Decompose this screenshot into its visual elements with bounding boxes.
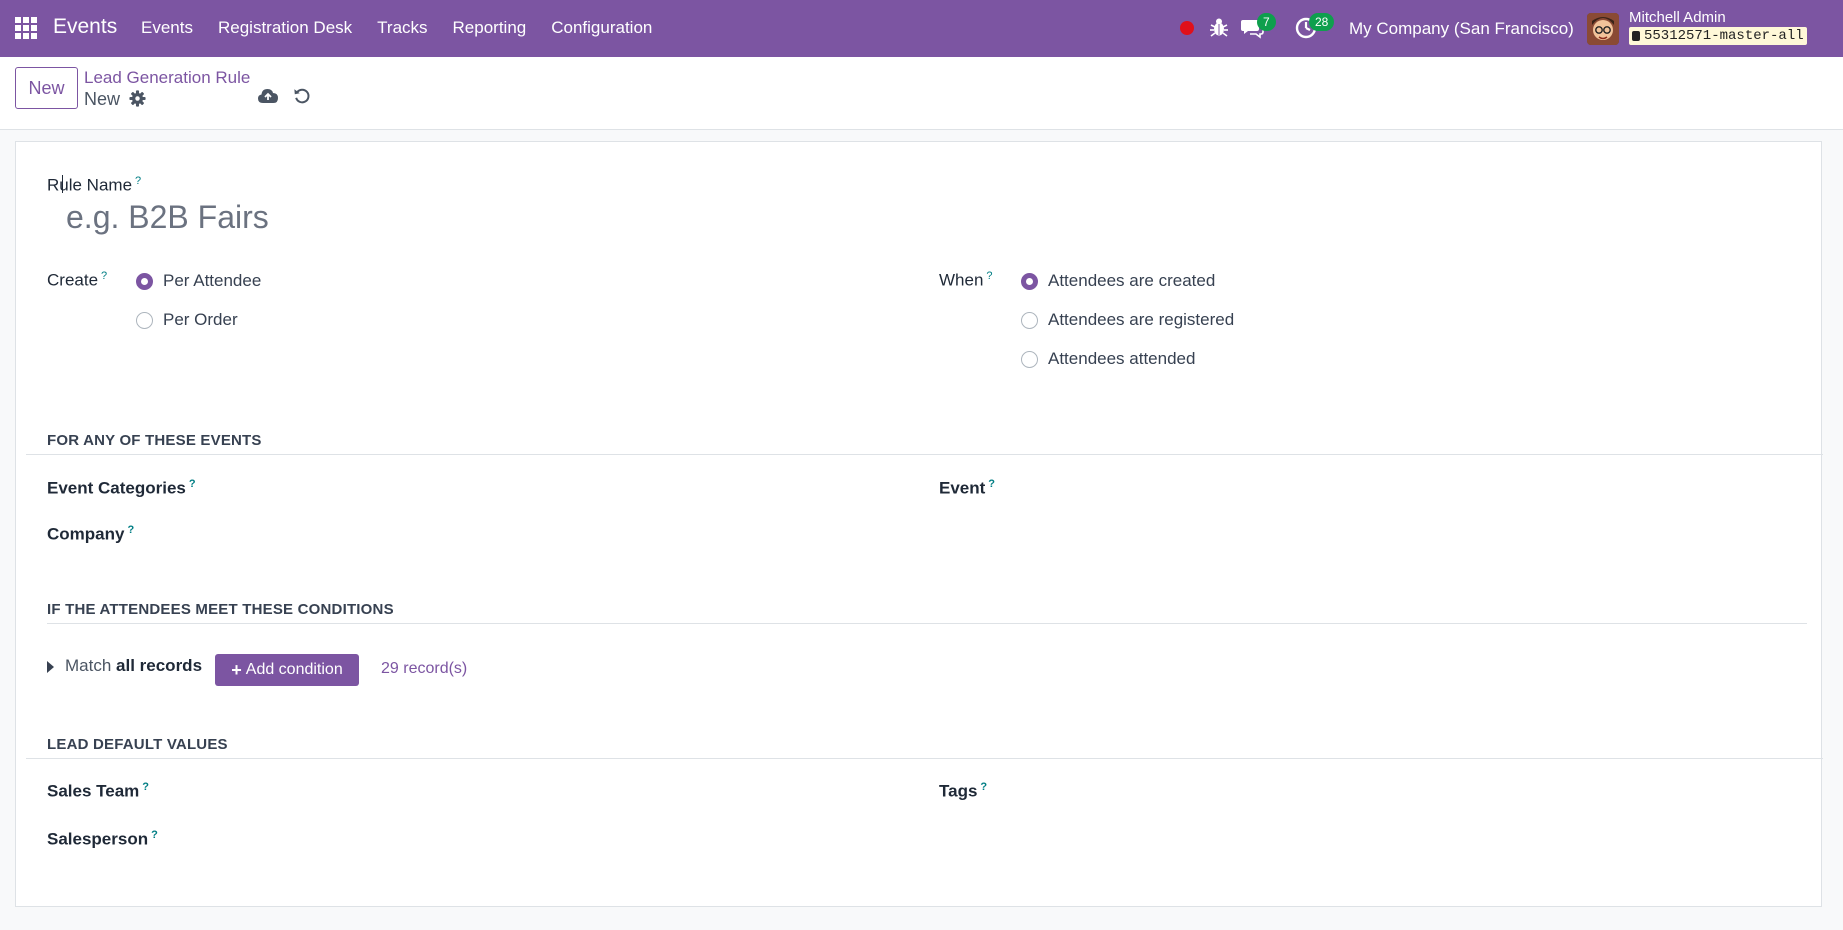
section-divider: [26, 454, 1823, 455]
top-navbar: Events Events Registration Desk Tracks R…: [0, 0, 1843, 57]
radio-attendees-attended[interactable]: Attendees attended: [1021, 349, 1195, 369]
gear-icon[interactable]: [129, 90, 146, 107]
breadcrumb-current-record: New: [84, 89, 121, 109]
database-tag: 55312571-master-all: [1629, 27, 1807, 45]
section-title-lead-defaults: LEAD DEFAULT VALUES: [47, 736, 228, 753]
menu-item-registration-desk[interactable]: Registration Desk: [218, 18, 352, 38]
help-icon[interactable]: ?: [189, 478, 196, 490]
new-button[interactable]: New: [15, 67, 78, 109]
save-cloud-icon[interactable]: [258, 87, 278, 105]
radio-unchecked-icon: [1021, 311, 1038, 329]
rule-name-label: Rule Name?: [47, 175, 142, 195]
help-icon[interactable]: ?: [980, 781, 987, 793]
section-title-events: FOR ANY OF THESE EVENTS: [47, 432, 262, 449]
section-divider: [47, 623, 1807, 624]
plus-icon: +: [231, 659, 242, 680]
help-icon[interactable]: ?: [988, 478, 995, 490]
section-divider: [26, 758, 1823, 759]
user-name[interactable]: Mitchell Admin: [1629, 9, 1726, 26]
debug-bug-icon[interactable]: [1209, 16, 1229, 38]
create-label: Create?: [47, 270, 108, 290]
recording-indicator-icon[interactable]: [1180, 21, 1194, 35]
menu-item-tracks[interactable]: Tracks: [377, 18, 427, 38]
radio-checked-icon: [1021, 272, 1038, 290]
menu-item-reporting[interactable]: Reporting: [453, 18, 527, 38]
event-categories-label: Event Categories?: [47, 478, 196, 498]
when-label: When?: [939, 270, 993, 290]
activities-count-badge: 28: [1309, 13, 1335, 31]
help-icon[interactable]: ?: [127, 524, 134, 536]
breadcrumb-lead-generation-rule[interactable]: Lead Generation Rule: [84, 68, 250, 88]
company-switcher[interactable]: My Company (San Francisco): [1349, 19, 1574, 39]
caret-right-icon[interactable]: [47, 661, 54, 673]
company-label: Company?: [47, 524, 135, 544]
radio-unchecked-icon: [1021, 350, 1038, 368]
database-name: 55312571-master-all: [1644, 28, 1804, 44]
help-icon[interactable]: ?: [142, 781, 149, 793]
form-sheet: Rule Name? Create? Per Attendee Per Orde…: [15, 141, 1823, 907]
control-panel: New Lead Generation Rule New: [0, 57, 1843, 130]
radio-per-order[interactable]: Per Order: [136, 310, 238, 330]
records-count-link[interactable]: 29 record(s): [381, 660, 467, 678]
radio-checked-icon: [136, 272, 153, 290]
app-brand[interactable]: Events: [53, 15, 117, 39]
domain-match-text: Match all records: [65, 656, 203, 675]
menu-item-configuration[interactable]: Configuration: [551, 18, 652, 38]
database-icon: [1632, 31, 1640, 41]
radio-unchecked-icon: [136, 311, 153, 329]
sales-team-label: Sales Team?: [47, 781, 150, 801]
user-avatar[interactable]: [1587, 13, 1619, 45]
radio-per-attendee[interactable]: Per Attendee: [136, 271, 261, 291]
menu-item-events[interactable]: Events: [141, 18, 193, 38]
radio-attendees-registered[interactable]: Attendees are registered: [1021, 310, 1234, 330]
salesperson-label: Salesperson?: [47, 829, 158, 849]
rule-name-input[interactable]: [66, 197, 1166, 237]
apps-menu-icon[interactable]: [15, 17, 37, 39]
help-icon[interactable]: ?: [151, 829, 158, 841]
main-menu: Events Registration Desk Tracks Reportin…: [141, 18, 677, 38]
radio-attendees-created[interactable]: Attendees are created: [1021, 271, 1215, 291]
event-label: Event?: [939, 478, 996, 498]
help-icon[interactable]: ?: [101, 270, 107, 282]
discard-undo-icon[interactable]: [293, 86, 311, 106]
help-icon[interactable]: ?: [135, 175, 141, 187]
help-icon[interactable]: ?: [986, 270, 992, 282]
add-condition-button[interactable]: + Add condition: [215, 654, 359, 686]
section-title-conditions: IF THE ATTENDEES MEET THESE CONDITIONS: [47, 601, 394, 618]
messages-count-badge: 7: [1257, 13, 1276, 31]
tags-label: Tags?: [939, 781, 988, 801]
